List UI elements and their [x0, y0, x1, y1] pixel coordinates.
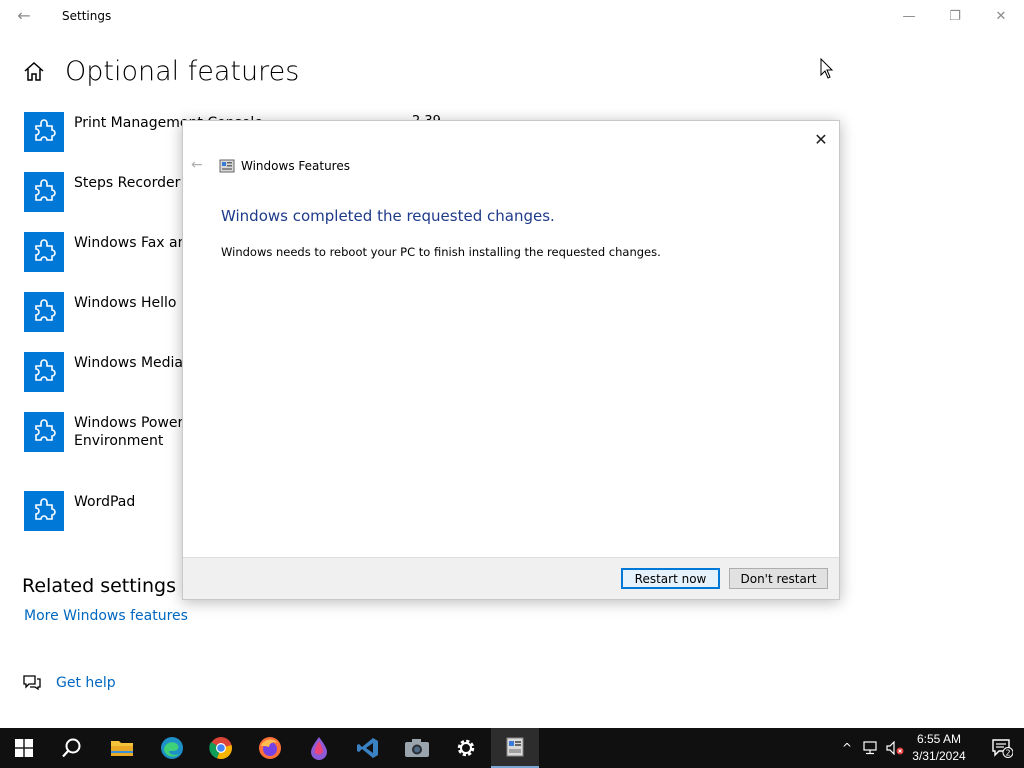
- puzzle-icon: [24, 112, 64, 152]
- clock-date: 3/31/2024: [912, 749, 966, 763]
- mouse-cursor-icon: [820, 57, 834, 80]
- firefox-icon[interactable]: [246, 728, 294, 768]
- settings-icon[interactable]: [442, 728, 490, 768]
- get-help-link[interactable]: Get help: [56, 675, 116, 691]
- clock-time: 6:55 AM: [916, 732, 962, 746]
- dialog-footer: Restart now Don't restart: [183, 557, 839, 599]
- back-button[interactable]: ←: [10, 4, 38, 28]
- windows-features-dialog: ✕ ← Windows Features Windows completed t…: [182, 120, 840, 600]
- network-icon[interactable]: [860, 728, 882, 768]
- start-icon[interactable]: [0, 728, 48, 768]
- chrome-icon[interactable]: [197, 728, 245, 768]
- dialog-back-button[interactable]: ←: [191, 157, 207, 173]
- dialog-app-name: Windows Features: [241, 159, 350, 173]
- restart-now-button[interactable]: Restart now: [621, 568, 720, 589]
- tray-chevron-icon[interactable]: ^: [836, 728, 858, 768]
- maximize-button[interactable]: ❐: [932, 0, 978, 32]
- home-icon[interactable]: [22, 60, 46, 84]
- puzzle-icon: [24, 172, 64, 212]
- puzzle-icon: [24, 292, 64, 332]
- puzzle-icon: [24, 232, 64, 272]
- dont-restart-button[interactable]: Don't restart: [729, 568, 828, 589]
- taskbar: ^ 6:55 AM 3/31/2024 2: [0, 728, 1024, 768]
- vscode-icon[interactable]: [344, 728, 392, 768]
- notification-center-icon[interactable]: 2: [980, 728, 1024, 768]
- related-settings-heading: Related settings: [22, 575, 176, 597]
- dialog-message: Windows needs to reboot your PC to finis…: [221, 245, 661, 259]
- notification-count: 2: [1005, 749, 1010, 758]
- close-button[interactable]: ✕: [978, 0, 1024, 32]
- more-windows-features-link[interactable]: More Windows features: [24, 608, 188, 624]
- search-icon[interactable]: [48, 728, 96, 768]
- paint-icon[interactable]: [295, 728, 343, 768]
- dialog-close-button[interactable]: ✕: [809, 127, 833, 151]
- clock[interactable]: 6:55 AM 3/31/2024: [900, 731, 978, 765]
- camera-icon[interactable]: [393, 728, 441, 768]
- puzzle-icon: [24, 352, 64, 392]
- window-title: Settings: [62, 9, 112, 23]
- dialog-heading: Windows completed the requested changes.: [221, 207, 555, 225]
- file-explorer-icon[interactable]: [98, 728, 146, 768]
- puzzle-icon: [24, 412, 64, 452]
- windows-features-icon: [219, 158, 235, 174]
- edge-icon[interactable]: [148, 728, 196, 768]
- windows-features-taskbar-icon[interactable]: [491, 728, 539, 768]
- page-title: Optional features: [65, 56, 300, 87]
- help-chat-icon: [22, 674, 42, 692]
- minimize-button[interactable]: —: [886, 0, 932, 32]
- title-bar: ← Settings — ❐ ✕: [0, 0, 1024, 32]
- puzzle-icon: [24, 491, 64, 531]
